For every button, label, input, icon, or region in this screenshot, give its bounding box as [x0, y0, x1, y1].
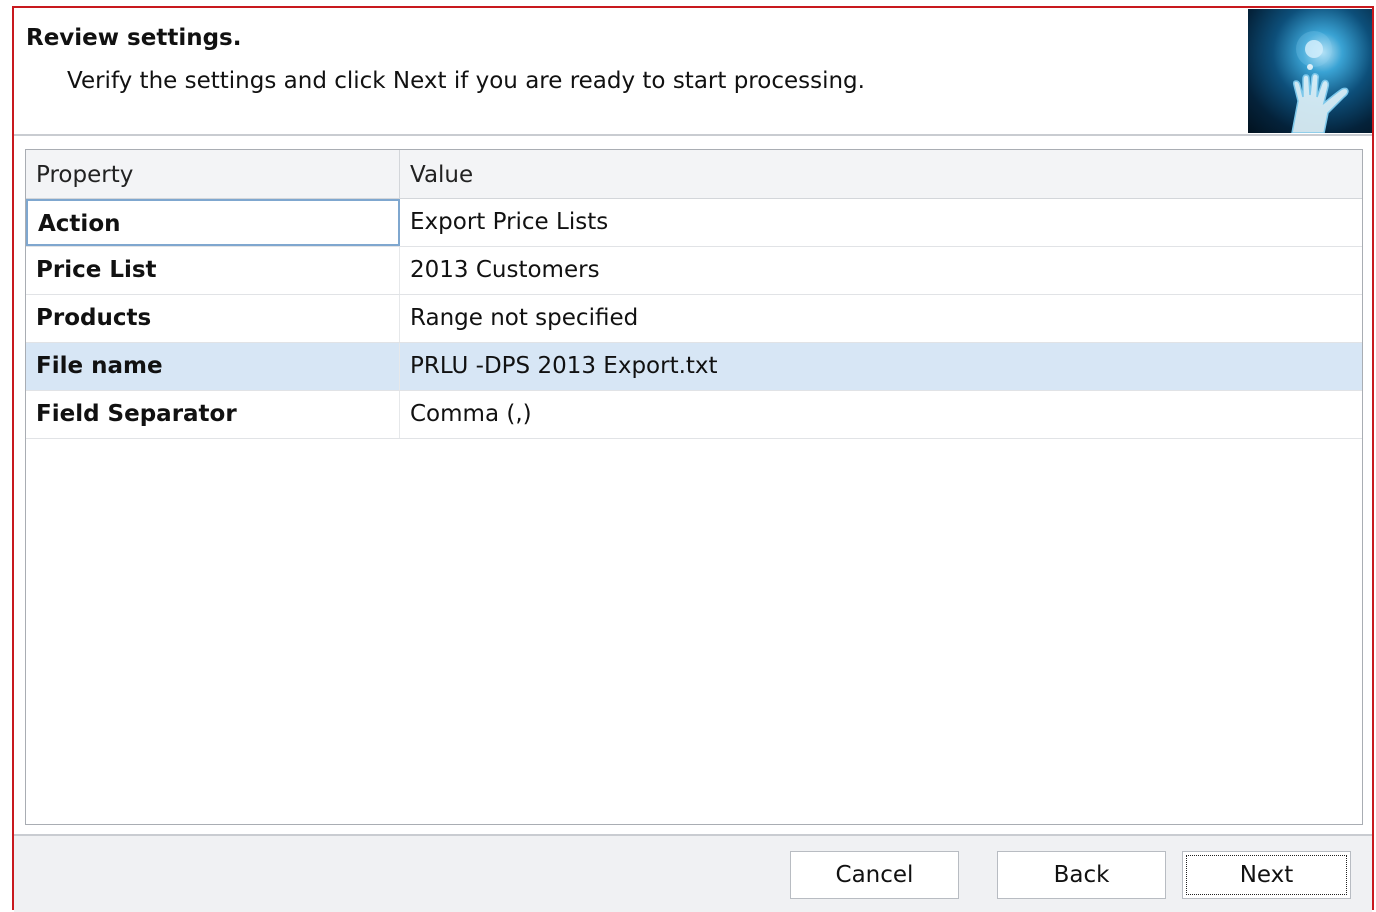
property-cell[interactable]: Field Separator	[26, 391, 400, 438]
cancel-button[interactable]: Cancel	[790, 851, 959, 899]
property-cell[interactable]: Action	[26, 199, 400, 246]
property-cell[interactable]: File name	[26, 343, 400, 390]
column-header-value[interactable]: Value	[400, 150, 1362, 198]
settings-grid: Property Value Action Export Price Lists…	[25, 149, 1363, 825]
hand-reaching-light-icon	[1248, 9, 1372, 133]
table-row[interactable]: Products Range not specified	[26, 295, 1362, 343]
property-cell[interactable]: Products	[26, 295, 400, 342]
header-divider	[14, 134, 1372, 136]
value-cell[interactable]: Range not specified	[400, 295, 1362, 342]
review-settings-dialog: Review settings. Verify the settings and…	[12, 6, 1374, 912]
table-row[interactable]: Price List 2013 Customers	[26, 247, 1362, 295]
back-button[interactable]: Back	[997, 851, 1166, 899]
value-cell[interactable]: PRLU -DPS 2013 Export.txt	[400, 343, 1362, 390]
property-cell[interactable]: Price List	[26, 247, 400, 294]
grid-header: Property Value	[26, 150, 1362, 199]
table-row[interactable]: Action Export Price Lists	[26, 199, 1362, 247]
value-cell[interactable]: 2013 Customers	[400, 247, 1362, 294]
table-row[interactable]: Field Separator Comma (,)	[26, 391, 1362, 439]
column-header-property[interactable]: Property	[26, 150, 400, 198]
page-subtitle: Verify the settings and click Next if yo…	[67, 68, 865, 94]
value-cell[interactable]: Comma (,)	[400, 391, 1362, 438]
wizard-footer: Cancel Back Next	[14, 836, 1372, 912]
page-title: Review settings.	[26, 25, 242, 51]
next-button-label: Next	[1239, 862, 1294, 888]
value-cell[interactable]: Export Price Lists	[400, 199, 1362, 246]
table-row-selected[interactable]: File name PRLU -DPS 2013 Export.txt	[26, 343, 1362, 391]
wizard-header: Review settings. Verify the settings and…	[14, 8, 1372, 134]
next-button[interactable]: Next	[1182, 851, 1351, 899]
